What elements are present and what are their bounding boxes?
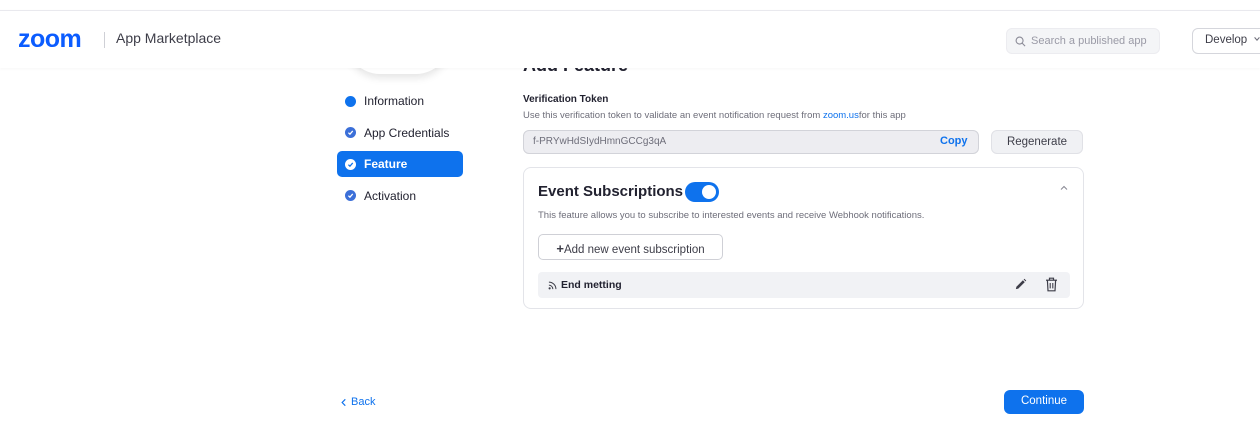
search-placeholder: Search a published app	[1031, 35, 1147, 47]
zoom-logo[interactable]: zoom	[18, 25, 82, 53]
event-subscriptions-toggle[interactable]	[685, 182, 719, 202]
setup-steps-nav: Information App Credentials Feature Acti…	[337, 88, 463, 214]
edit-icon[interactable]	[1014, 278, 1027, 291]
nav-item-activation[interactable]: Activation	[337, 183, 463, 209]
back-label: Back	[351, 396, 376, 408]
page: Add Feature zoom App Marketplace Search …	[0, 0, 1260, 425]
description-text: for this app	[858, 110, 906, 121]
add-button-label: Add new event subscription	[563, 244, 705, 256]
nav-item-label: Feature	[364, 157, 408, 171]
top-header: zoom App Marketplace Search a published …	[0, 10, 1260, 68]
search-icon	[1015, 36, 1026, 46]
nav-item-information[interactable]: Information	[337, 88, 463, 114]
toggle-knob	[702, 185, 716, 199]
copy-button[interactable]: Copy	[940, 135, 968, 147]
check-icon	[345, 158, 356, 170]
back-button[interactable]: Back	[340, 396, 375, 408]
event-subscription-name: End metting	[561, 279, 622, 291]
header-divider	[104, 32, 105, 48]
nav-item-feature[interactable]: Feature	[337, 151, 463, 177]
develop-label: Develop	[1205, 34, 1248, 46]
develop-dropdown[interactable]: Develop	[1192, 28, 1260, 54]
nav-item-app-credentials[interactable]: App Credentials	[337, 120, 463, 146]
nav-item-label: App Credentials	[364, 125, 450, 140]
continue-button[interactable]: Continue	[1004, 390, 1084, 414]
trash-icon[interactable]	[1045, 277, 1058, 292]
plus-icon: +	[556, 241, 564, 256]
verification-token-title: Verification Token	[523, 94, 609, 105]
add-event-subscription-button[interactable]: +Add new event subscription	[538, 234, 723, 260]
zoom-us-link[interactable]: zoom.us	[823, 110, 859, 121]
nav-item-label: Information	[364, 94, 425, 108]
step-dot-icon	[345, 95, 356, 107]
event-subscriptions-card: Event Subscriptions This feature allows …	[523, 167, 1084, 309]
check-icon	[345, 190, 356, 201]
regenerate-button[interactable]: Regenerate	[991, 130, 1083, 154]
event-subscriptions-title: Event Subscriptions	[538, 183, 684, 200]
rss-icon	[548, 281, 557, 289]
verification-token-description: Use this verification token to validate …	[523, 110, 906, 121]
chevron-down-icon	[1254, 37, 1260, 41]
search-input[interactable]: Search a published app	[1006, 28, 1160, 54]
chevron-up-icon[interactable]	[1059, 183, 1069, 193]
nav-item-label: Activation	[364, 188, 417, 203]
app-marketplace-title[interactable]: App Marketplace	[116, 30, 221, 46]
event-subscription-row[interactable]: End metting	[538, 272, 1070, 298]
check-icon	[345, 127, 356, 138]
event-subscriptions-description: This feature allows you to subscribe to …	[538, 210, 925, 221]
description-text: Use this verification token to validate …	[523, 110, 823, 121]
chevron-left-icon	[341, 398, 346, 406]
verification-token-field[interactable]: f-PRYwHdSIydHmnGCCg3qA	[523, 130, 979, 154]
